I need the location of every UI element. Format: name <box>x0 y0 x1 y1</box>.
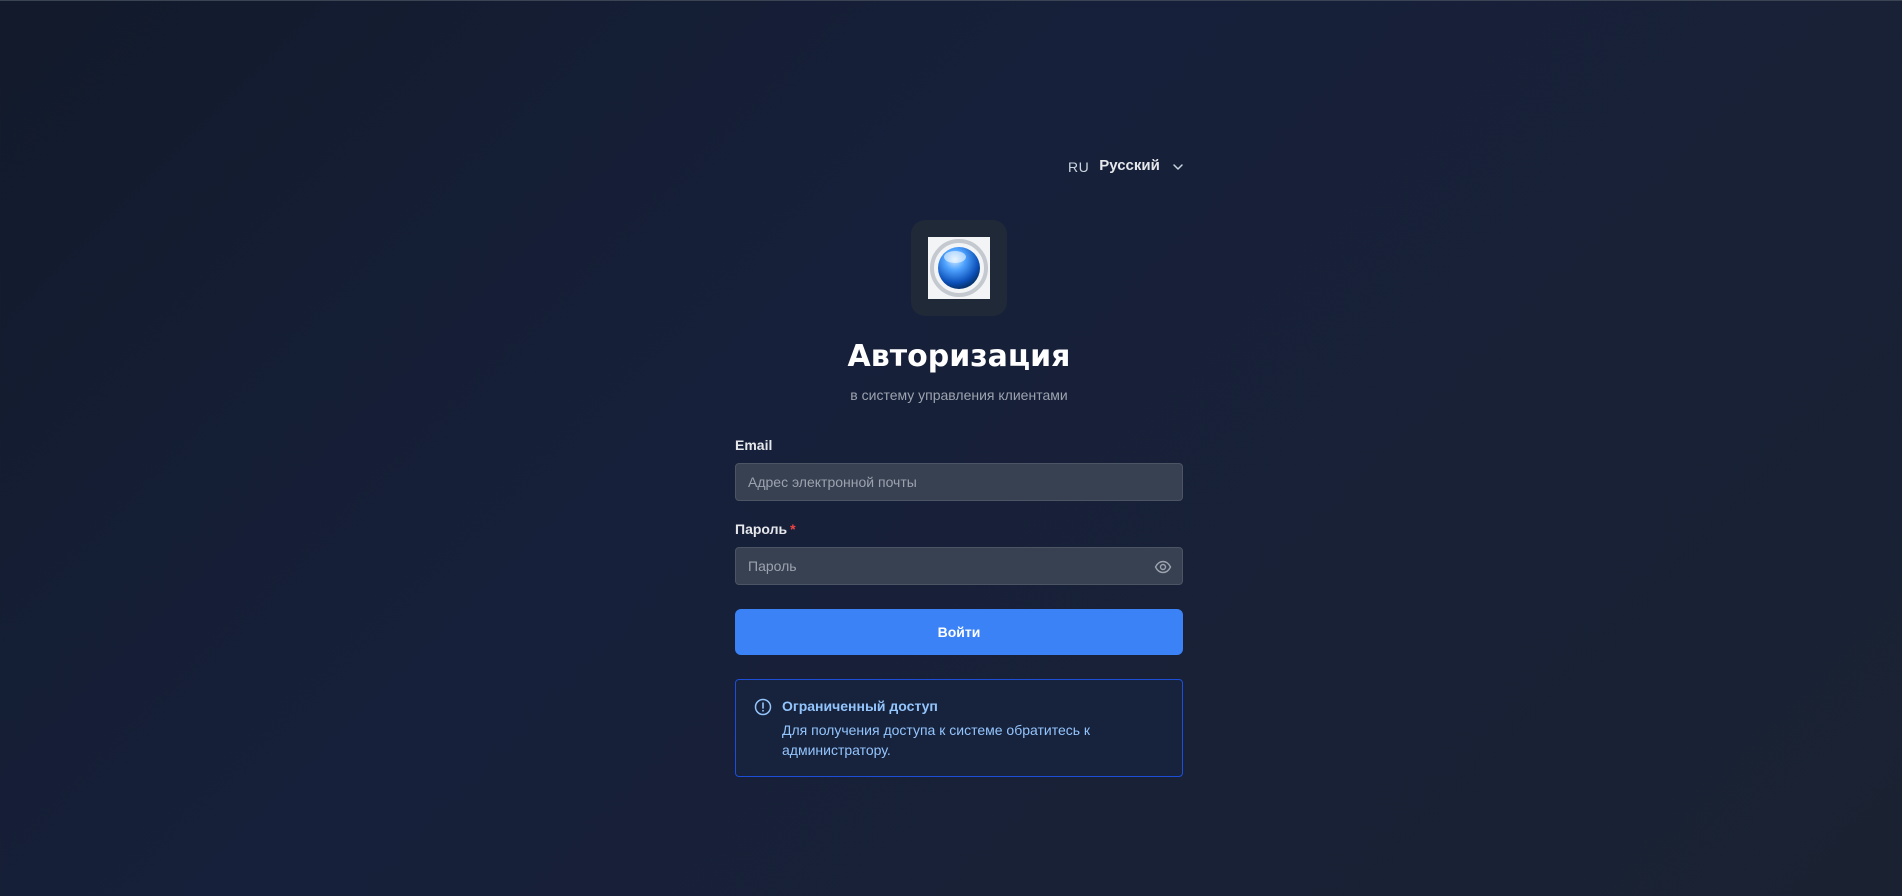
notice-title: Ограниченный доступ <box>782 698 938 714</box>
email-field-wrapper <box>735 463 1183 501</box>
required-mark: * <box>790 521 796 537</box>
email-label: Email <box>735 437 1183 453</box>
password-field-wrapper <box>735 547 1183 585</box>
language-name: Русский <box>1099 157 1160 174</box>
password-label: Пароль * <box>735 521 1183 537</box>
notice-body: Ограниченный доступ Для получения доступ… <box>782 696 1122 760</box>
notice-text: Для получения доступа к системе обратите… <box>782 722 1091 758</box>
page-title: Авторизация <box>847 339 1071 374</box>
logo-globe-icon <box>928 237 990 299</box>
app-logo <box>911 220 1007 316</box>
language-code: RU <box>1068 159 1090 175</box>
email-field[interactable] <box>748 474 1170 490</box>
password-label-text: Пароль <box>735 521 788 537</box>
login-button[interactable]: Войти <box>735 609 1183 655</box>
chevron-down-icon <box>1172 160 1184 172</box>
access-notice: Ограниченный доступ Для получения доступ… <box>735 679 1183 777</box>
password-field[interactable] <box>748 558 1170 574</box>
email-label-text: Email <box>735 437 773 453</box>
eye-icon[interactable] <box>1154 558 1172 576</box>
language-switcher[interactable]: RU Русский <box>1068 156 1184 175</box>
page-subtitle: в систему управления клиентами <box>850 387 1068 403</box>
login-form: Email Пароль* Войти Ограниченный доступ <box>735 437 1183 777</box>
info-circle-icon <box>754 698 772 716</box>
